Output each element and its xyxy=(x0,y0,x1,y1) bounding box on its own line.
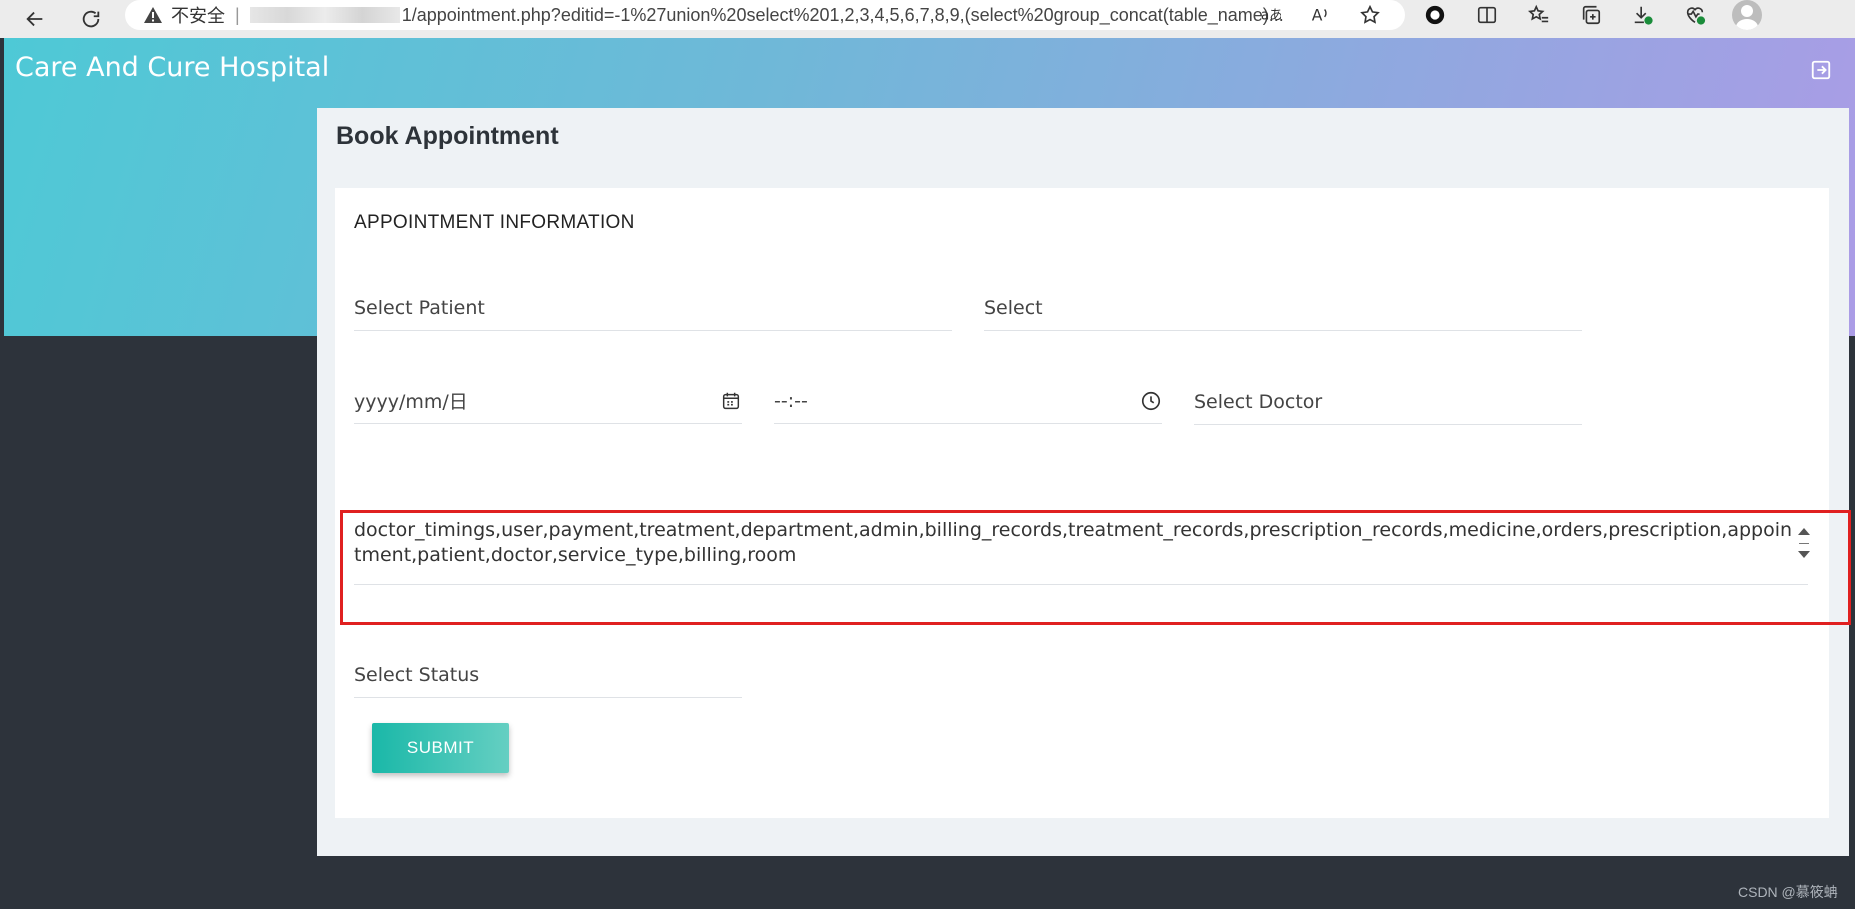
extension-circle-icon[interactable] xyxy=(1420,0,1450,30)
collections-icon[interactable] xyxy=(1576,0,1606,30)
svg-text:A: A xyxy=(1312,7,1323,25)
time-input[interactable]: --:-- xyxy=(774,378,1162,424)
page-title: Book Appointment xyxy=(336,122,559,150)
patient-select[interactable]: Select Patient xyxy=(354,285,952,331)
generic-select-label: Select xyxy=(984,296,1043,319)
split-screen-icon[interactable] xyxy=(1472,0,1502,30)
address-separator: | xyxy=(235,4,240,25)
calendar-icon[interactable] xyxy=(720,390,742,412)
redacted-host xyxy=(249,7,400,23)
brand-title[interactable]: Care And Cure Hospital xyxy=(15,52,329,83)
patient-select-label: Select Patient xyxy=(354,296,485,319)
time-input-placeholder: --:-- xyxy=(774,389,808,412)
browser-toolbar: 不安全 | 1/appointment.php?editid=-1%27unio… xyxy=(0,0,1855,38)
date-input[interactable]: yyyy/mm/日 xyxy=(354,378,742,424)
status-select[interactable]: Select Status xyxy=(354,652,742,698)
downloads-icon[interactable] xyxy=(1628,0,1658,30)
browser-essentials-icon[interactable] xyxy=(1680,0,1710,30)
web-page: Care And Cure Hospital Book Appointment … xyxy=(4,38,1855,909)
form-panel: APPOINTMENT INFORMATION Select Patient S… xyxy=(335,188,1829,818)
back-icon[interactable] xyxy=(18,2,52,36)
read-aloud-icon[interactable]: A xyxy=(1305,0,1335,30)
doctor-select[interactable]: Select Doctor xyxy=(1194,379,1582,425)
url-text: 1/appointment.php?editid=-1%27union%20se… xyxy=(401,4,1284,25)
highlight-annotation-box xyxy=(340,510,1851,625)
svg-text:aあ: aあ xyxy=(1261,8,1281,24)
appointment-card: Book Appointment APPOINTMENT INFORMATION… xyxy=(317,108,1849,856)
submit-button[interactable]: SUBMIT xyxy=(372,723,509,773)
status-select-label: Select Status xyxy=(354,663,480,686)
section-title: APPOINTMENT INFORMATION xyxy=(354,212,635,233)
clock-icon[interactable] xyxy=(1140,390,1162,412)
profile-avatar[interactable] xyxy=(1732,0,1762,30)
translate-icon[interactable]: aあ xyxy=(1255,0,1285,30)
refresh-icon[interactable] xyxy=(74,2,108,36)
doctor-select-label: Select Doctor xyxy=(1194,390,1323,413)
favorite-star-icon[interactable] xyxy=(1355,0,1385,30)
favorites-list-icon[interactable] xyxy=(1524,0,1554,30)
address-bar[interactable]: 不安全 | 1/appointment.php?editid=-1%27unio… xyxy=(125,0,1405,30)
warning-icon xyxy=(143,6,163,24)
security-label: 不安全 xyxy=(171,6,225,26)
logout-icon[interactable] xyxy=(1810,59,1834,83)
watermark: CSDN @慕筱蚺 xyxy=(1738,884,1838,900)
date-input-placeholder: yyyy/mm/日 xyxy=(354,391,468,413)
generic-select[interactable]: Select xyxy=(984,285,1582,331)
